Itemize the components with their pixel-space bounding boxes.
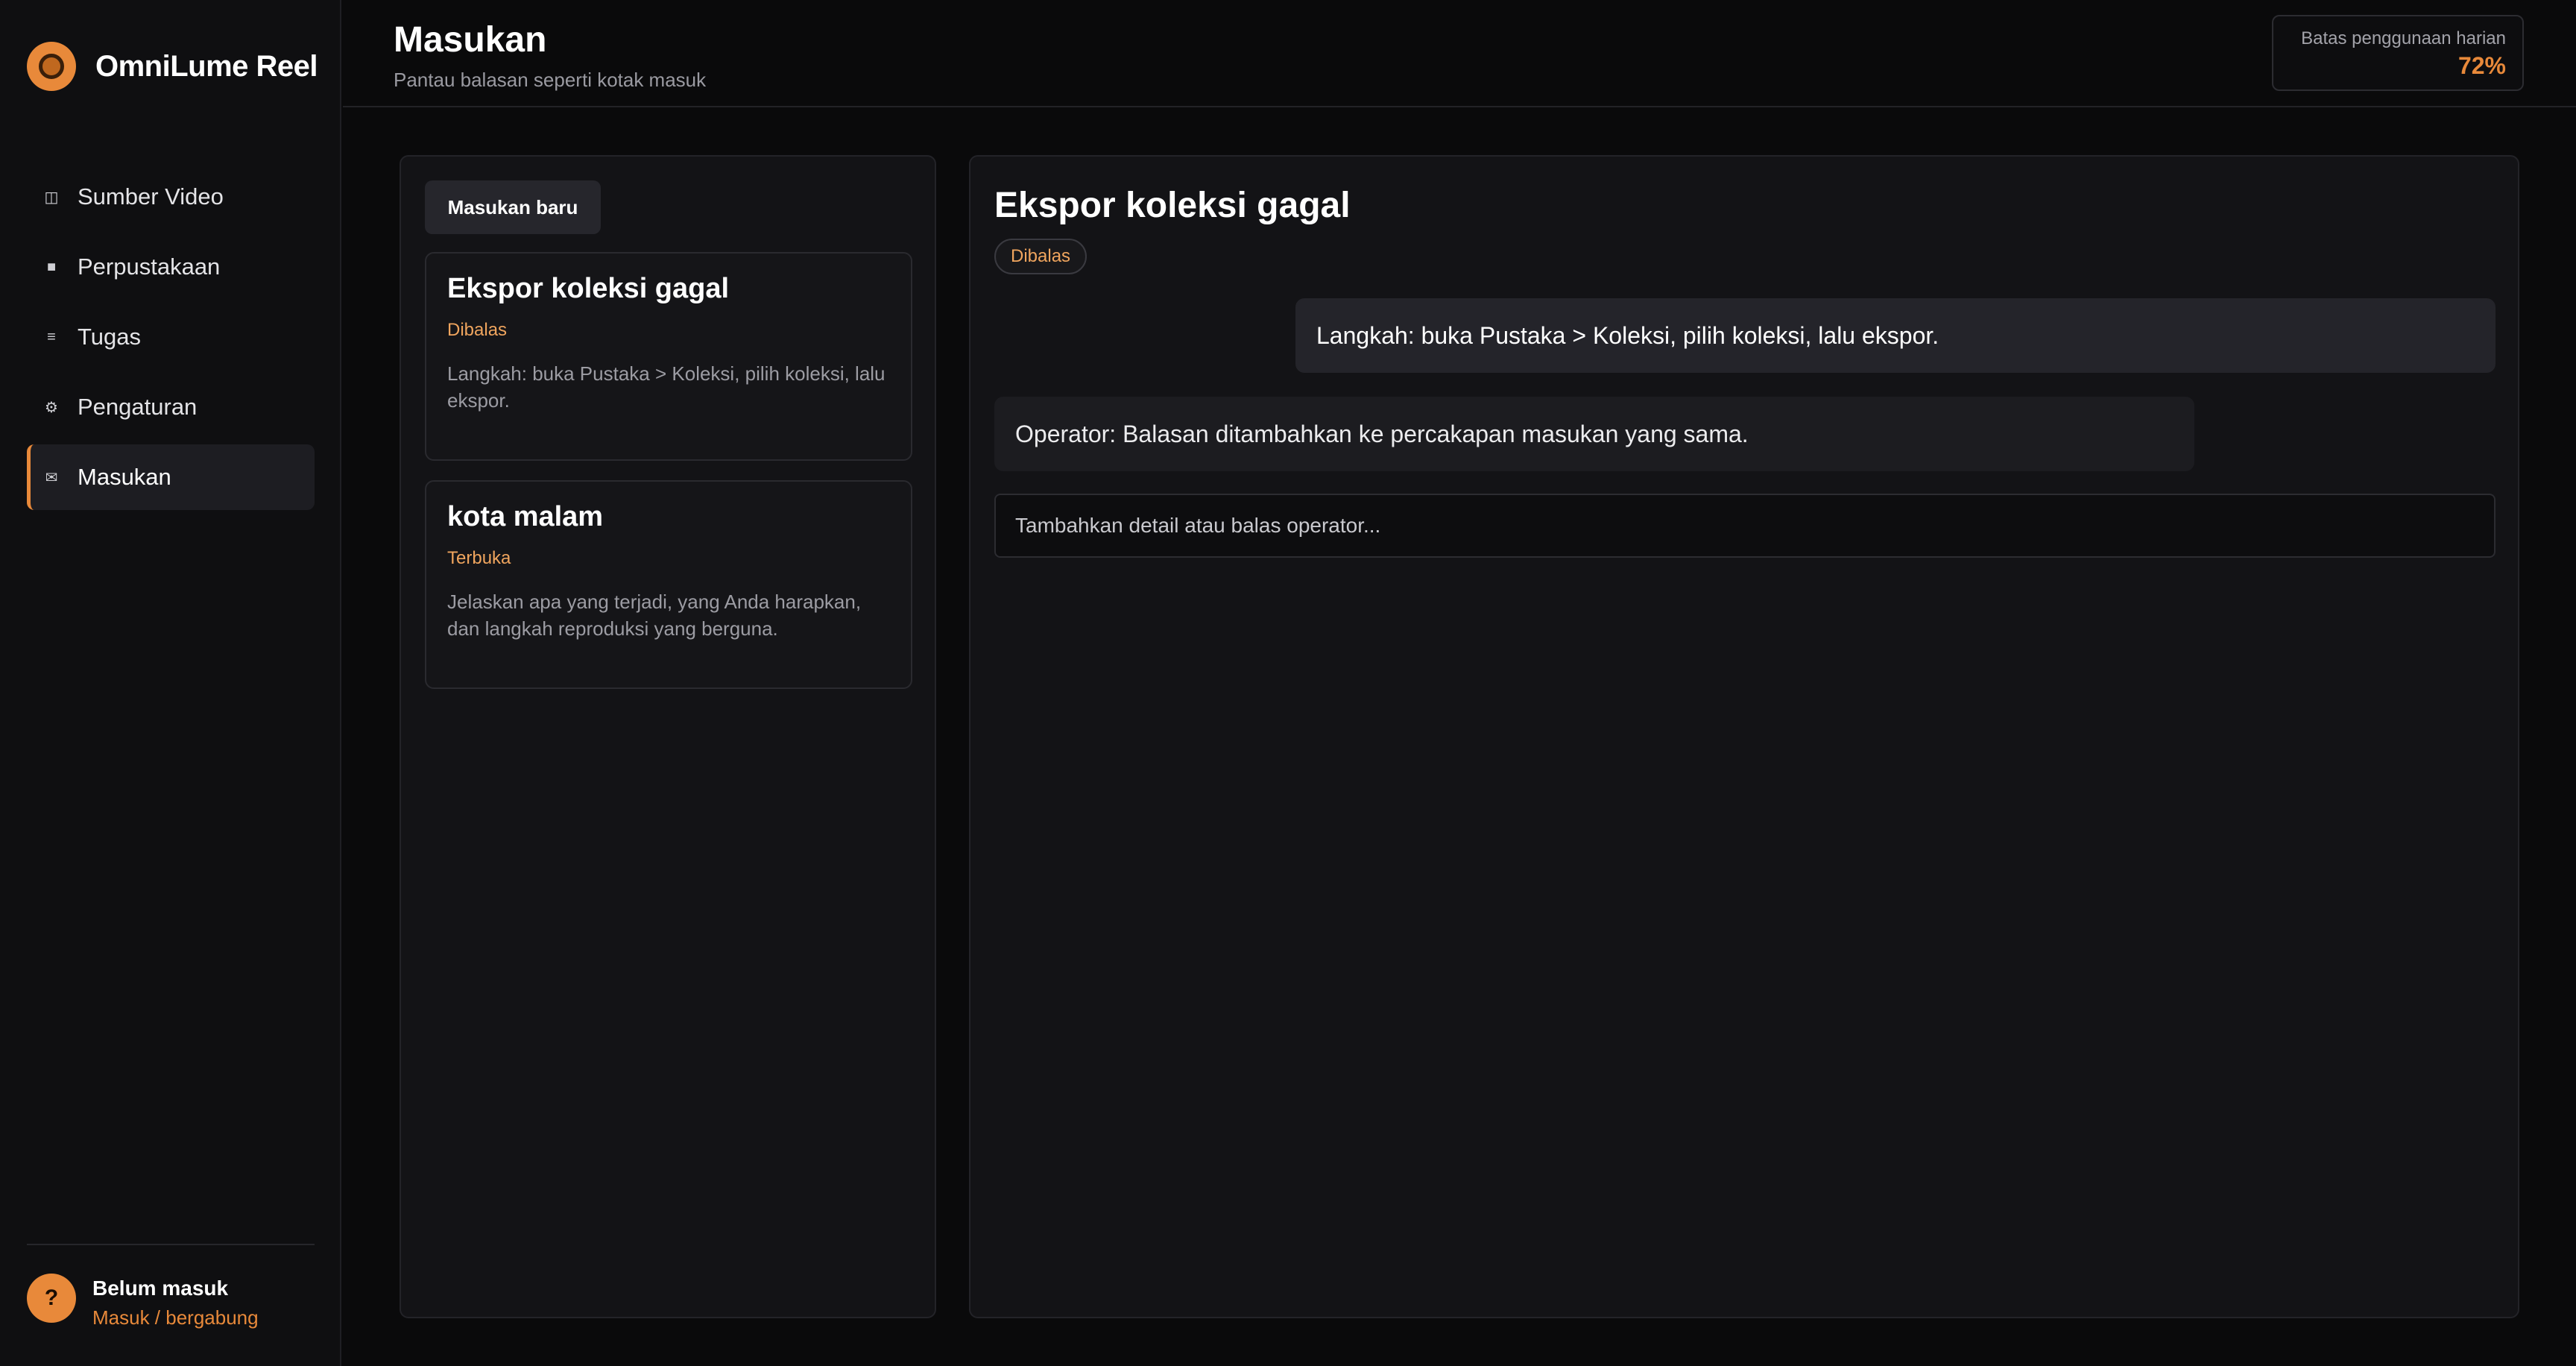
mail-icon: ✉ [45, 469, 58, 486]
app-name: OmniLume Reel [95, 49, 318, 83]
sidebar-item-perpustakaan[interactable]: ■ Perpustakaan [27, 234, 315, 300]
feedback-detail-title: Ekspor koleksi gagal [994, 186, 1351, 225]
usage-limit-card: Batas penggunaan harian 72% [2272, 15, 2524, 91]
sidebar-item-label: Perpustakaan [78, 254, 221, 280]
feedback-list-panel: Masukan baru Ekspor koleksi gagal Dibala… [400, 155, 936, 1318]
new-feedback-button[interactable]: Masukan baru [425, 180, 601, 234]
sidebar-item-pengaturan[interactable]: ⚙ Pengaturan [27, 374, 315, 440]
reply-input[interactable]: Tambahkan detail atau balas operator... [994, 494, 2496, 558]
page-subtitle: Pantau balasan seperti kotak masuk [394, 69, 707, 91]
sidebar-item-tugas[interactable]: ≡ Tugas [27, 304, 315, 370]
user-account[interactable]: ? Belum masuk Masuk / bergabung [27, 1244, 315, 1348]
sidebar-item-label: Pengaturan [78, 394, 198, 420]
status-badge: Dibalas [994, 239, 1087, 274]
feedback-item-preview: Langkah: buka Pustaka > Koleksi, pilih k… [447, 362, 886, 412]
video-source-icon: ◫ [44, 189, 59, 206]
feedback-detail-panel: Ekspor koleksi gagal Dibalas Langkah: bu… [969, 155, 2519, 1318]
feedback-item-title: kota malam [447, 501, 604, 532]
feedback-item-title: Ekspor koleksi gagal [447, 273, 730, 304]
feedback-item-preview: Jelaskan apa yang terjadi, yang Anda har… [447, 591, 862, 640]
feedback-item-status: Dibalas [447, 320, 508, 340]
film-reel-icon [27, 42, 76, 91]
brand[interactable]: OmniLume Reel [27, 42, 318, 91]
user-meta: Belum masuk Masuk / bergabung [92, 1277, 259, 1329]
avatar: ? [27, 1274, 76, 1323]
user-message: Langkah: buka Pustaka > Koleksi, pilih k… [1295, 298, 2496, 373]
tasks-icon: ≡ [47, 328, 56, 345]
sidebar-nav: ◫ Sumber Video ■ Perpustakaan ≡ Tugas ⚙ … [27, 164, 315, 514]
usage-limit-value: 72% [2457, 52, 2506, 79]
user-status: Belum masuk [92, 1277, 229, 1300]
page-header: Masukan Pantau balasan seperti kotak mas… [343, 0, 2576, 107]
app-root: OmniLume Reel ◫ Sumber Video ■ Perpustak… [0, 0, 2576, 1366]
sidebar-item-label: Tugas [78, 324, 142, 350]
feedback-item[interactable]: kota malam Terbuka Jelaskan apa yang ter… [425, 480, 912, 689]
page-title: Masukan [394, 20, 547, 60]
sidebar-item-sumber-video[interactable]: ◫ Sumber Video [27, 164, 315, 230]
sidebar-item-label: Masukan [78, 464, 171, 490]
sidebar-item-masukan[interactable]: ✉ Masukan [27, 444, 315, 510]
usage-limit-label: Batas penggunaan harian [2301, 28, 2506, 48]
gear-icon: ⚙ [45, 399, 58, 416]
feedback-item-status: Terbuka [447, 548, 511, 568]
operator-message: Operator: Balasan ditambahkan ke percaka… [994, 397, 2194, 471]
feedback-item[interactable]: Ekspor koleksi gagal Dibalas Langkah: bu… [425, 252, 912, 461]
sidebar-item-label: Sumber Video [78, 183, 224, 210]
login-link[interactable]: Masuk / bergabung [92, 1306, 259, 1329]
sidebar: OmniLume Reel ◫ Sumber Video ■ Perpustak… [0, 0, 341, 1366]
library-icon: ■ [46, 258, 57, 275]
